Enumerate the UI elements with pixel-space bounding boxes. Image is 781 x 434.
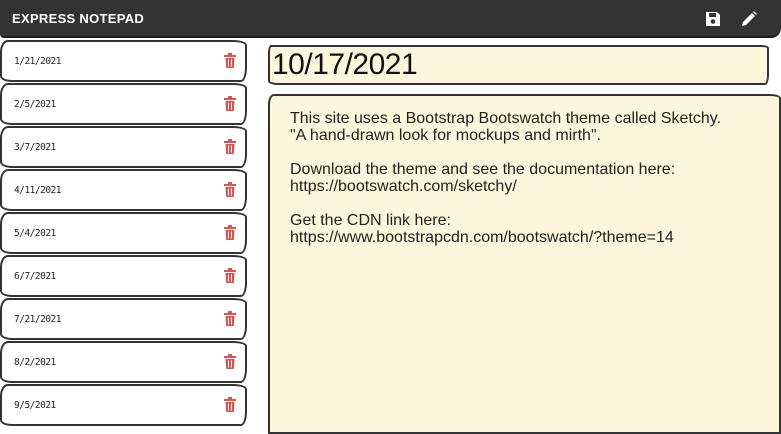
trash-icon[interactable]: [223, 354, 237, 370]
save-icon[interactable]: [704, 10, 722, 28]
list-item[interactable]: 6/7/2021: [0, 255, 247, 297]
note-editor: 10/17/2021 This site uses a Bootstrap Bo…: [268, 40, 781, 434]
trash-icon[interactable]: [223, 53, 237, 69]
note-date: 6/7/2021: [14, 271, 56, 282]
trash-icon[interactable]: [223, 268, 237, 284]
note-date: 8/2/2021: [14, 357, 56, 368]
trash-icon[interactable]: [223, 139, 237, 155]
note-date: 3/7/2021: [14, 142, 56, 153]
list-item[interactable]: 2/5/2021: [0, 83, 247, 125]
list-item[interactable]: 4/11/2021: [0, 169, 247, 211]
trash-icon[interactable]: [223, 397, 237, 413]
list-item[interactable]: 7/21/2021: [0, 298, 247, 340]
app-title: EXPRESS NOTEPAD: [12, 11, 145, 26]
pencil-icon[interactable]: [740, 10, 758, 28]
navbar: EXPRESS NOTEPAD: [0, 0, 781, 38]
list-item[interactable]: 9/5/2021: [0, 384, 247, 426]
trash-icon[interactable]: [223, 225, 237, 241]
note-paragraph: This site uses a Bootstrap Bootswatch th…: [290, 110, 722, 144]
note-date: 4/11/2021: [14, 185, 61, 196]
trash-icon[interactable]: [223, 182, 237, 198]
trash-icon[interactable]: [223, 96, 237, 112]
list-item[interactable]: 8/2/2021: [0, 341, 247, 383]
note-body-textarea[interactable]: This site uses a Bootstrap Bootswatch th…: [268, 94, 781, 434]
list-item[interactable]: 1/21/2021: [0, 40, 247, 82]
note-paragraph: Download the theme and see the documenta…: [290, 161, 676, 195]
note-date: 5/4/2021: [14, 228, 56, 239]
note-date: 1/21/2021: [14, 56, 61, 67]
note-date: 2/5/2021: [14, 99, 56, 110]
note-date: 9/5/2021: [14, 400, 56, 411]
trash-icon[interactable]: [223, 311, 237, 327]
note-title-input[interactable]: 10/17/2021: [268, 45, 769, 85]
list-item[interactable]: 3/7/2021: [0, 126, 247, 168]
list-item[interactable]: 5/4/2021: [0, 212, 247, 254]
note-date: 7/21/2021: [14, 314, 61, 325]
note-paragraph: Get the CDN link here: https://www.boots…: [290, 212, 674, 246]
notes-list: 1/21/2021 2/5/2021 3/7/2021 4/11/2021 5/…: [0, 40, 248, 426]
